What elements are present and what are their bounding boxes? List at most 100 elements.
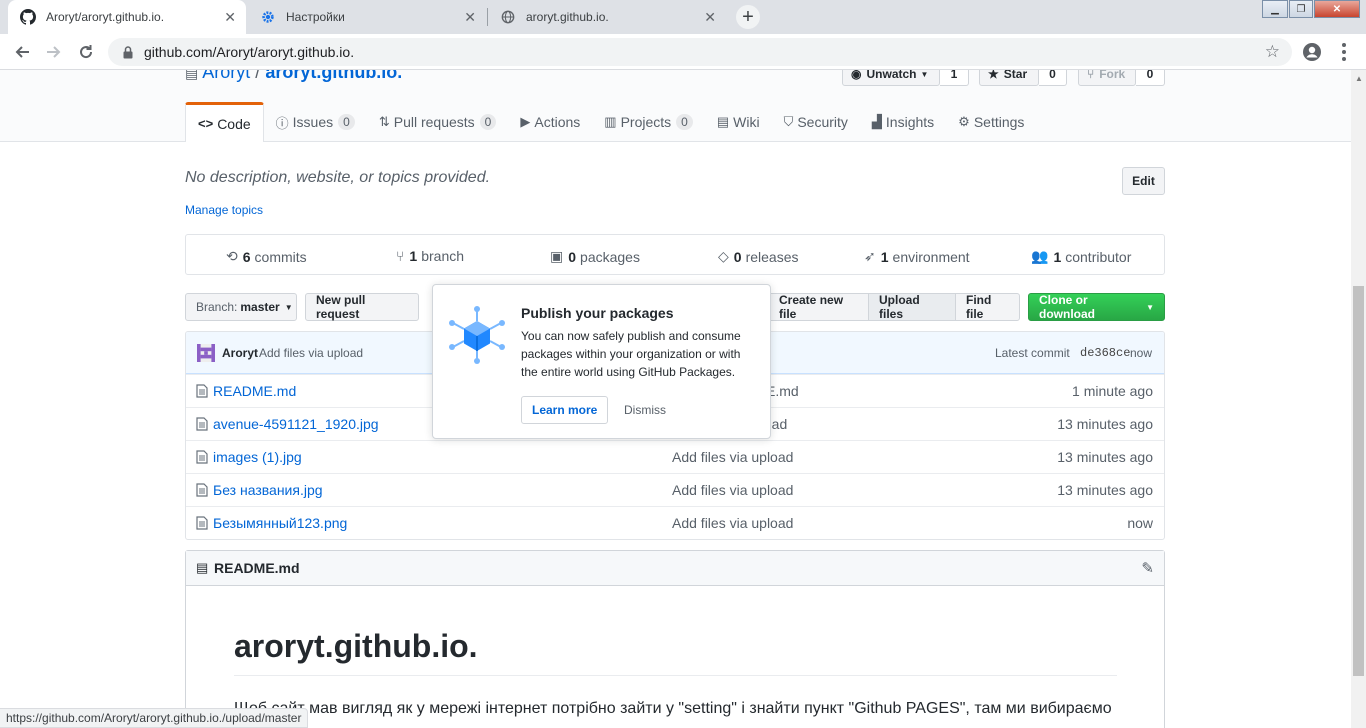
reload-icon[interactable]: [75, 41, 97, 63]
close-tab-icon[interactable]: ✕: [464, 9, 476, 26]
close-tab-icon[interactable]: ✕: [224, 9, 236, 26]
minimize-button[interactable]: ▁: [1262, 0, 1288, 18]
package-network-icon: [447, 305, 507, 365]
file-row[interactable]: images (1).jpg Add files via upload 13 m…: [186, 440, 1164, 473]
dismiss-button[interactable]: Dismiss: [624, 403, 666, 417]
file-row[interactable]: Без названия.jpg Add files via upload 13…: [186, 473, 1164, 506]
upload-files-button[interactable]: Upload files: [868, 293, 956, 321]
maximize-button[interactable]: ❐: [1289, 0, 1313, 18]
close-window-button[interactable]: ✕: [1314, 0, 1360, 18]
fork-icon: ⑂: [1087, 70, 1095, 81]
fork-button[interactable]: ⑂ Fork: [1078, 70, 1136, 86]
commit-author[interactable]: Aroryt: [222, 346, 258, 360]
account-icon[interactable]: [1302, 42, 1322, 62]
browser-menu-icon[interactable]: [1336, 41, 1352, 63]
clone-or-download-button[interactable]: Clone or download ▼: [1028, 293, 1165, 321]
file-icon: [196, 417, 208, 431]
commit-message[interactable]: Add files via upload: [259, 346, 363, 360]
file-commit-message[interactable]: Add files via upload: [672, 449, 793, 465]
tab-settings-repo[interactable]: ⚙ Settings: [946, 102, 1036, 142]
branches-link[interactable]: ⑂ 1 branch: [396, 248, 464, 264]
star-button[interactable]: ★ Star: [979, 70, 1039, 86]
tab-title: Aroryt/aroryt.github.io.: [46, 10, 165, 24]
url-text[interactable]: github.com/Aroryt/aroryt.github.io.: [144, 44, 354, 60]
file-name-link[interactable]: Без названия.jpg: [213, 482, 323, 498]
fork-label: Fork: [1099, 70, 1126, 81]
scrollbar-thumb[interactable]: [1353, 286, 1364, 676]
tab-code[interactable]: <> Code: [185, 102, 264, 142]
scroll-up-arrow-icon[interactable]: ▲: [1355, 74, 1363, 83]
latest-commit-label: Latest commit: [995, 346, 1070, 360]
branch-name: master: [240, 300, 280, 314]
contributors-link[interactable]: 👥 1 contributor: [1031, 248, 1131, 265]
watch-count[interactable]: 1: [940, 70, 969, 86]
file-icon: [196, 450, 208, 464]
star-label: Star: [1003, 70, 1028, 81]
readme-box: ▤ README.md ✎ aroryt.github.io. Щоб сайт…: [185, 550, 1165, 728]
file-name-link[interactable]: images (1).jpg: [213, 449, 302, 465]
tab-issues[interactable]: ⓘ Issues 0: [264, 102, 367, 142]
tab-security[interactable]: ⛉ Security: [772, 102, 860, 142]
bookmark-star-icon[interactable]: ☆: [1265, 42, 1280, 62]
file-row[interactable]: Безымянный123.png Add files via upload n…: [186, 506, 1164, 539]
star-count[interactable]: 0: [1039, 70, 1067, 86]
unwatch-label: Unwatch: [866, 70, 917, 81]
close-tab-icon[interactable]: ✕: [704, 9, 716, 26]
branch-select[interactable]: Branch: master ▼: [185, 293, 297, 321]
new-tab-button[interactable]: +: [736, 5, 760, 29]
popover-body: You can now safely publish and consume p…: [521, 329, 741, 379]
find-file-button[interactable]: Find file: [955, 293, 1020, 321]
file-name-link[interactable]: README.md: [213, 383, 296, 399]
learn-more-button[interactable]: Learn more: [521, 396, 609, 424]
fork-count[interactable]: 0: [1136, 70, 1165, 86]
history-icon: ⟲: [226, 248, 238, 264]
address-bar[interactable]: github.com/Aroryt/aroryt.github.io. ☆: [108, 38, 1292, 66]
book-icon: ▤: [716, 114, 730, 129]
tab-pull-requests[interactable]: ⇅ Pull requests 0: [367, 102, 509, 142]
tab-projects[interactable]: ▥ Projects 0: [592, 102, 705, 142]
unwatch-button[interactable]: ◉ Unwatch ▼: [842, 70, 940, 86]
file-commit-message[interactable]: Add files via upload: [672, 482, 793, 498]
back-icon[interactable]: [11, 41, 33, 63]
environments-link[interactable]: ➶ 1 environment: [864, 248, 970, 265]
commits-link[interactable]: ⟲ 6 commits: [226, 248, 307, 265]
project-icon: ▥: [604, 114, 617, 129]
forward-icon[interactable]: [43, 41, 65, 63]
repo-separator: /: [255, 70, 261, 82]
file-name-link[interactable]: Безымянный123.png: [213, 515, 347, 531]
file-icon: [196, 384, 208, 398]
star-icon: ★: [988, 70, 999, 81]
tab-wiki[interactable]: ▤ Wiki: [705, 102, 772, 142]
readme-heading: aroryt.github.io.: [234, 628, 1117, 676]
repo-owner-link[interactable]: Aroryt: [202, 70, 250, 82]
tab-site[interactable]: aroryt.github.io. ✕: [488, 0, 726, 34]
issue-icon: ⓘ: [275, 115, 289, 131]
file-commit-message[interactable]: Add files via upload: [672, 515, 793, 531]
tab-title: aroryt.github.io.: [526, 10, 609, 24]
branch-icon: ⑂: [396, 248, 405, 264]
globe-icon: [500, 9, 516, 25]
tab-settings[interactable]: Настройки ✕: [248, 0, 486, 34]
avatar[interactable]: [197, 344, 215, 362]
commit-sha[interactable]: de368ce: [1080, 346, 1130, 360]
repo-name-link[interactable]: aroryt.github.io.: [265, 70, 402, 82]
tab-actions[interactable]: ▶ Actions: [508, 102, 592, 142]
manage-topics-link[interactable]: Manage topics: [185, 203, 263, 217]
lock-icon[interactable]: [120, 45, 136, 59]
readme-header: ▤ README.md ✎: [186, 551, 1164, 586]
pencil-icon[interactable]: ✎: [1141, 559, 1154, 577]
page-scrollbar[interactable]: ▲: [1351, 70, 1366, 728]
tab-github-repo[interactable]: Aroryt/aroryt.github.io. ✕: [8, 0, 246, 34]
commit-age: now: [1130, 346, 1153, 360]
packages-link[interactable]: ▣ 0 packages: [550, 248, 640, 265]
repo-nav: <> Code ⓘ Issues 0 ⇅ Pull requests 0 ▶ A…: [185, 102, 1036, 142]
repo-icon: ▤: [185, 70, 199, 81]
file-name-link[interactable]: avenue-4591121_1920.jpg: [213, 416, 379, 432]
tab-insights[interactable]: ▟ Insights: [860, 102, 946, 142]
releases-link[interactable]: ◇ 0 releases: [718, 248, 799, 265]
graph-icon: ▟: [871, 114, 882, 129]
edit-description-button[interactable]: Edit: [1122, 167, 1165, 195]
create-new-file-button[interactable]: Create new file: [768, 293, 869, 321]
github-icon: [20, 9, 36, 25]
new-pull-request-button[interactable]: New pull request: [305, 293, 419, 321]
